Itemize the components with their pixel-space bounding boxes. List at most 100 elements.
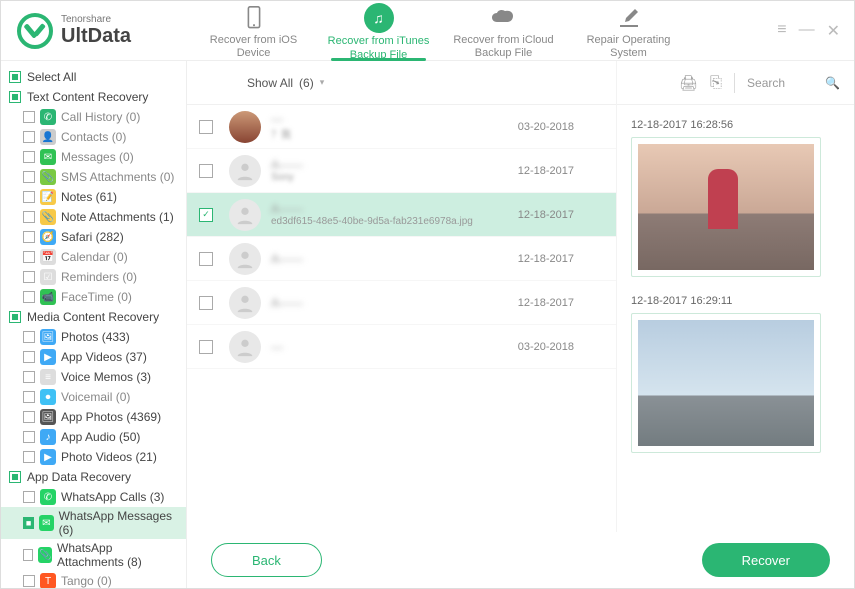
row-date: 03-20-2018	[518, 121, 604, 133]
tab-label: Recover from iCloud Backup File	[445, 34, 562, 60]
checkbox-icon[interactable]	[9, 311, 21, 323]
checkbox-icon[interactable]	[199, 296, 213, 310]
recover-button[interactable]: Recover	[702, 543, 830, 577]
checkbox-icon[interactable]	[23, 411, 35, 423]
minimize-icon[interactable]: —	[799, 21, 815, 41]
select-all[interactable]: Select All	[1, 67, 186, 87]
checkbox-icon[interactable]: ■	[23, 517, 34, 529]
sidebar-item-label: Photo Videos (21)	[61, 450, 157, 464]
brand-small: Tenorshare	[61, 15, 131, 25]
sidebar-item[interactable]: 📝Notes (61)	[1, 187, 186, 207]
close-icon[interactable]: ✕	[827, 21, 840, 41]
app-icon: 👤	[40, 129, 56, 145]
checkbox-icon[interactable]	[23, 171, 35, 183]
row-date: 12-18-2017	[518, 209, 604, 221]
checkbox-icon[interactable]	[23, 371, 35, 383]
sidebar-item[interactable]: 🧭Safari (282)	[1, 227, 186, 247]
checkbox-icon[interactable]: ✓	[199, 208, 213, 222]
app-icon: ✉	[40, 149, 56, 165]
print-icon[interactable]: 🖨	[679, 74, 698, 92]
checkbox-icon[interactable]	[23, 351, 35, 363]
sidebar-item[interactable]: 📎Note Attachments (1)	[1, 207, 186, 227]
preview-image[interactable]	[631, 313, 821, 453]
message-row[interactable]: A——12-18-2017	[187, 281, 616, 325]
group-header[interactable]: Media Content Recovery	[1, 307, 186, 327]
separator	[734, 73, 735, 93]
show-all-count: (6)	[299, 76, 314, 90]
message-row[interactable]: —03-20-2018	[187, 325, 616, 369]
sidebar-item[interactable]: ✆WhatsApp Calls (3)	[1, 487, 186, 507]
checkbox-icon[interactable]	[23, 271, 35, 283]
message-row[interactable]: ✓A——ed3df615-48e5-40be-9d5a-fab231e6978a…	[187, 193, 616, 237]
checkbox-icon[interactable]	[23, 451, 35, 463]
row-sub: ed3df615-48e5-40be-9d5a-fab231e6978a.jpg	[271, 216, 518, 227]
group-header[interactable]: Text Content Recovery	[1, 87, 186, 107]
sidebar-item-label: WhatsApp Attachments (8)	[57, 541, 178, 569]
sidebar-item[interactable]: ≡Voice Memos (3)	[1, 367, 186, 387]
app-icon: ▶	[40, 449, 56, 465]
export-icon[interactable]: ⎘	[710, 74, 722, 91]
checkbox-icon[interactable]	[23, 391, 35, 403]
checkbox-icon[interactable]	[23, 575, 35, 587]
checkbox-icon[interactable]	[23, 151, 35, 163]
sidebar-item[interactable]: 👤 Contacts (0)	[1, 127, 186, 147]
checkbox-icon[interactable]	[23, 549, 33, 561]
sidebar-item[interactable]: TTango (0)	[1, 571, 186, 588]
sidebar-item[interactable]: 📎WhatsApp Attachments (8)	[1, 539, 186, 571]
sidebar-item-label: App Videos (37)	[61, 350, 147, 364]
tab-1[interactable]: ♫Recover from iTunes Backup File	[316, 1, 441, 60]
search-icon: 🔍	[825, 76, 840, 90]
sidebar-item[interactable]: ⏺Voicemail (0)	[1, 387, 186, 407]
sidebar-item[interactable]: ♪App Audio (50)	[1, 427, 186, 447]
sidebar-item[interactable]: ▶App Videos (37)	[1, 347, 186, 367]
sidebar-item-label: Messages (0)	[61, 150, 134, 164]
menu-icon[interactable]: ≡	[777, 21, 786, 41]
sidebar-item[interactable]: 📅Calendar (0)	[1, 247, 186, 267]
checkbox-icon[interactable]	[23, 111, 35, 123]
sidebar-item[interactable]: 🖼App Photos (4369)	[1, 407, 186, 427]
sidebar-item[interactable]: 🖼Photos (433)	[1, 327, 186, 347]
checkbox-icon[interactable]	[23, 191, 35, 203]
sidebar-item[interactable]: 📹FaceTime (0)	[1, 287, 186, 307]
search-placeholder: Search	[747, 76, 785, 90]
sidebar-item[interactable]: ▶ Photo Videos (21)	[1, 447, 186, 467]
preview-image[interactable]	[631, 137, 821, 277]
back-button[interactable]: Back	[211, 543, 322, 577]
logo-icon	[17, 13, 53, 49]
checkbox-icon[interactable]	[9, 71, 21, 83]
checkbox-icon[interactable]	[199, 164, 213, 178]
sidebar-item-label: Contacts (0)	[61, 130, 126, 144]
search-input[interactable]: Search 🔍	[747, 76, 840, 90]
sidebar-item[interactable]: ✆Call History (0)	[1, 107, 186, 127]
checkbox-icon[interactable]	[23, 211, 35, 223]
sidebar-item-label: WhatsApp Messages (6)	[59, 509, 178, 537]
checkbox-icon[interactable]	[23, 291, 35, 303]
checkbox-icon[interactable]	[9, 91, 21, 103]
show-all-dropdown[interactable]: Show All (6) ▾	[247, 76, 324, 90]
checkbox-icon[interactable]	[199, 340, 213, 354]
checkbox-icon[interactable]	[23, 231, 35, 243]
tab-2[interactable]: Recover from iCloud Backup File	[441, 1, 566, 60]
checkbox-icon[interactable]	[23, 251, 35, 263]
sidebar-item[interactable]: ☑Reminders (0)	[1, 267, 186, 287]
tab-icon: ♫	[364, 3, 394, 33]
message-row[interactable]: A——Sony12-18-2017	[187, 149, 616, 193]
checkbox-icon[interactable]	[199, 120, 213, 134]
checkbox-icon[interactable]	[199, 252, 213, 266]
tab-0[interactable]: Recover from iOS Device	[191, 1, 316, 60]
checkbox-icon[interactable]	[9, 471, 21, 483]
message-row[interactable]: —？我03-20-2018	[187, 105, 616, 149]
sidebar-item[interactable]: ■✉WhatsApp Messages (6)	[1, 507, 186, 539]
checkbox-icon[interactable]	[23, 491, 35, 503]
sidebar-item[interactable]: ✉ Messages (0)	[1, 147, 186, 167]
checkbox-icon[interactable]	[23, 331, 35, 343]
checkbox-icon[interactable]	[23, 431, 35, 443]
sidebar-item-label: Voice Memos (3)	[61, 370, 151, 384]
group-header[interactable]: App Data Recovery	[1, 467, 186, 487]
sidebar-item[interactable]: 📎SMS Attachments (0)	[1, 167, 186, 187]
avatar	[229, 243, 261, 275]
checkbox-icon[interactable]	[23, 131, 35, 143]
tab-3[interactable]: Repair Operating System	[566, 1, 691, 60]
message-row[interactable]: A——12-18-2017	[187, 237, 616, 281]
app-icon: ✆	[40, 489, 56, 505]
